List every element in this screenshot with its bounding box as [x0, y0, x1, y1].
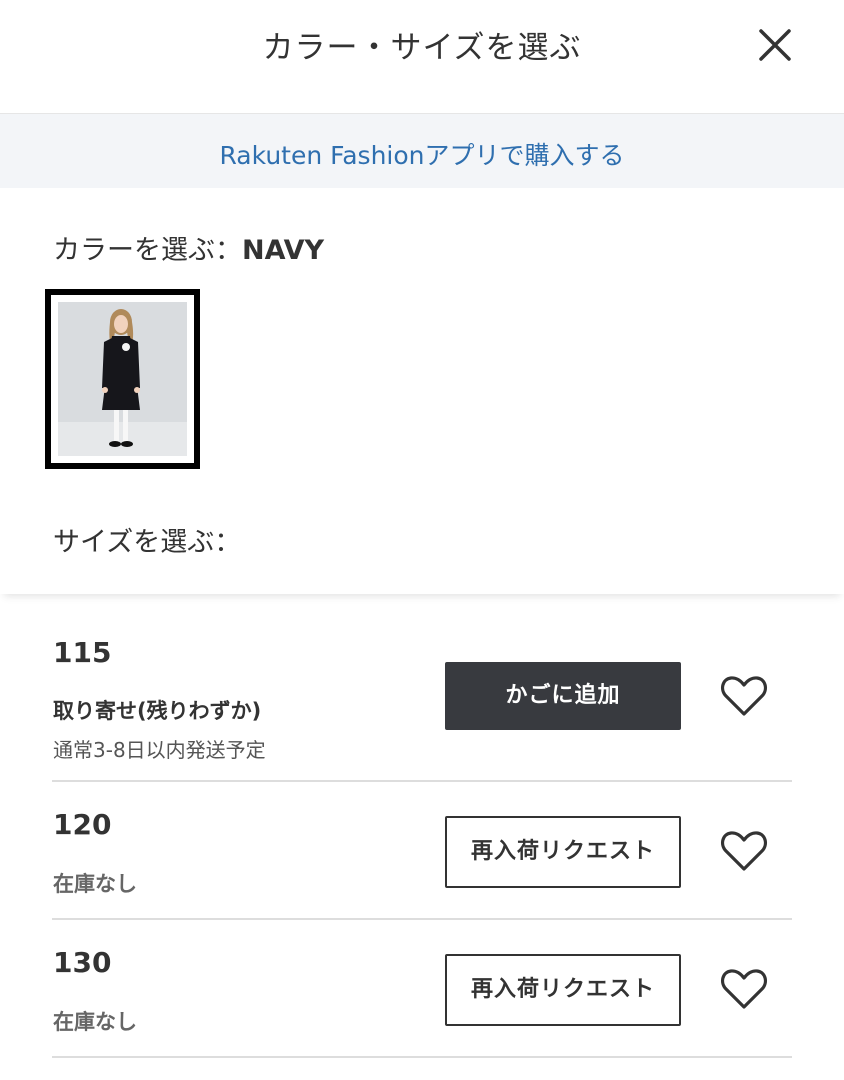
favorite-button[interactable] [720, 967, 768, 1011]
modal-title: カラー・サイズを選ぶ [262, 30, 582, 66]
color-heading: カラーを選ぶ：NAVY [53, 228, 324, 267]
stock-status: 取り寄せ(残りわずか) [53, 699, 262, 723]
restock-request-button[interactable]: 再入荷リクエスト [445, 954, 681, 1026]
size-row-115: 115 取り寄せ(残りわずか) 通常3-8日以内発送予定 かごに追加 [52, 594, 792, 782]
color-size-selector: カラーを選ぶ：NAVY サイズを選ぶ： [0, 188, 844, 594]
close-icon [759, 29, 791, 61]
color-heading-label: カラーを選ぶ： [53, 235, 242, 266]
favorite-button[interactable] [720, 829, 768, 873]
shipping-note: 通常3-8日以内発送予定 [53, 738, 266, 762]
color-swatch-navy[interactable] [45, 289, 200, 469]
heart-outline-icon [720, 676, 768, 716]
add-to-cart-button[interactable]: かごに追加 [445, 662, 681, 730]
heart-outline-icon [720, 969, 768, 1009]
size-label: 115 [53, 636, 112, 669]
size-row-130: 130 在庫なし 再入荷リクエスト [52, 920, 792, 1058]
size-label: 120 [53, 808, 112, 841]
stock-status: 在庫なし [53, 1010, 137, 1034]
size-list: 115 取り寄せ(残りわずか) 通常3-8日以内発送予定 かごに追加 120 在… [0, 594, 844, 1058]
selected-color-value: NAVY [242, 235, 325, 266]
app-banner: Rakuten Fashionアプリで購入する [0, 114, 844, 188]
size-label: 130 [53, 946, 112, 979]
restock-request-button[interactable]: 再入荷リクエスト [445, 816, 681, 888]
modal-header: カラー・サイズを選ぶ [0, 0, 844, 114]
stock-status: 在庫なし [53, 872, 137, 896]
heart-outline-icon [720, 831, 768, 871]
size-heading: サイズを選ぶ： [53, 527, 242, 558]
product-thumbnail [58, 302, 187, 456]
app-purchase-link[interactable]: Rakuten Fashionアプリで購入する [0, 136, 844, 172]
favorite-button[interactable] [720, 674, 768, 718]
size-row-120: 120 在庫なし 再入荷リクエスト [52, 782, 792, 920]
close-button[interactable] [758, 28, 792, 62]
